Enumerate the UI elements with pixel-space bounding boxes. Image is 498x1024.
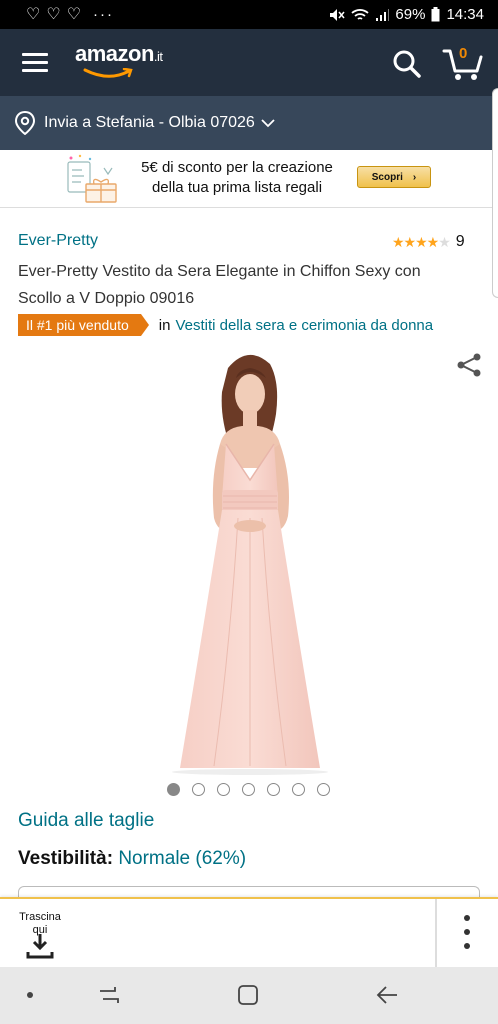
chevron-down-icon xyxy=(261,119,275,128)
best-seller-badge: Il #1 più venduto xyxy=(18,314,149,336)
discover-button[interactable]: Scopri › xyxy=(357,166,431,188)
download-tray-icon xyxy=(26,934,54,959)
system-icons: 69% 14:34 xyxy=(329,6,484,23)
clock: 14:34 xyxy=(446,6,484,23)
cart-button[interactable]: 0 xyxy=(442,45,484,81)
amazon-logo[interactable]: amazon.it xyxy=(75,41,163,67)
notification-icons: ♡ ♡ ♡ ··· xyxy=(26,6,114,23)
fit-rating: Vestibilità: Normale (62%) xyxy=(18,848,246,870)
more-notifications-icon: ··· xyxy=(93,6,115,23)
star-rating-icon: ★★★★★ xyxy=(392,233,451,250)
brand-link[interactable]: Ever-Pretty xyxy=(18,232,98,250)
share-icon[interactable] xyxy=(456,352,482,378)
product-image[interactable] xyxy=(150,348,350,776)
more-options-icon[interactable] xyxy=(458,915,476,949)
home-icon[interactable] xyxy=(236,983,260,1007)
location-pin-icon xyxy=(14,111,36,135)
image-carousel-indicator[interactable] xyxy=(167,783,330,796)
scroll-handle[interactable] xyxy=(492,88,498,298)
gift-list-icon xyxy=(67,154,117,203)
carousel-dot[interactable] xyxy=(267,783,280,796)
product-title: Ever-Pretty Vestito da Sera Elegante in … xyxy=(18,263,421,307)
carousel-dot[interactable] xyxy=(192,783,205,796)
rating-count: 9 xyxy=(455,233,465,250)
heart-notification-icon: ♡ xyxy=(26,5,41,23)
signal-icon xyxy=(376,8,390,21)
divider xyxy=(435,899,437,969)
wifi-icon xyxy=(351,8,370,20)
carousel-dot[interactable] xyxy=(167,783,180,796)
drag-drop-panel[interactable]: Trascina qui xyxy=(0,897,498,969)
fit-value-link[interactable]: Normale (62%) xyxy=(118,848,246,869)
cart-count: 0 xyxy=(459,45,468,62)
best-seller-row: Il #1 più venduto in Vestiti della sera … xyxy=(18,314,433,336)
delivery-text: Invia a Stefania - Olbia 07026 xyxy=(44,114,255,131)
carousel-dot[interactable] xyxy=(317,783,330,796)
carousel-dot[interactable] xyxy=(217,783,230,796)
heart-notification-icon: ♡ xyxy=(46,5,61,23)
status-bar: ♡ ♡ ♡ ··· 69% 14:34 xyxy=(0,0,498,29)
heart-notification-icon: ♡ xyxy=(66,5,82,23)
search-icon[interactable] xyxy=(392,49,422,79)
best-seller-category-link[interactable]: Vestiti della sera e cerimonia da donna xyxy=(175,317,433,334)
app-header: amazon.it 0 xyxy=(0,29,498,96)
recent-apps-icon[interactable] xyxy=(97,983,121,1007)
menu-icon[interactable] xyxy=(22,53,48,73)
system-navigation-bar xyxy=(0,967,498,1024)
amazon-smile-icon xyxy=(83,68,133,78)
battery-percentage: 69% xyxy=(395,6,426,23)
rating-summary[interactable]: ★★★★★ 9 xyxy=(392,233,465,251)
best-seller-in: in xyxy=(158,316,171,334)
size-guide-link[interactable]: Guida alle taglie xyxy=(18,810,154,832)
battery-icon xyxy=(431,7,440,22)
carousel-dot[interactable] xyxy=(242,783,255,796)
carousel-dot[interactable] xyxy=(292,783,305,796)
keyboard-toggle-icon[interactable] xyxy=(27,992,33,998)
screen: ♡ ♡ ♡ ··· 69% 14:34 amazon.it 0 Invia a … xyxy=(0,0,498,1024)
promo-banner[interactable]: 5€ di sconto per la creazione della tua … xyxy=(0,150,498,208)
fit-label: Vestibilità: xyxy=(18,848,114,869)
back-icon[interactable] xyxy=(374,983,400,1007)
delivery-location-bar[interactable]: Invia a Stefania - Olbia 07026 xyxy=(0,96,498,150)
mute-icon xyxy=(330,8,345,21)
promo-text: 5€ di sconto per la creazione della tua … xyxy=(141,159,333,196)
